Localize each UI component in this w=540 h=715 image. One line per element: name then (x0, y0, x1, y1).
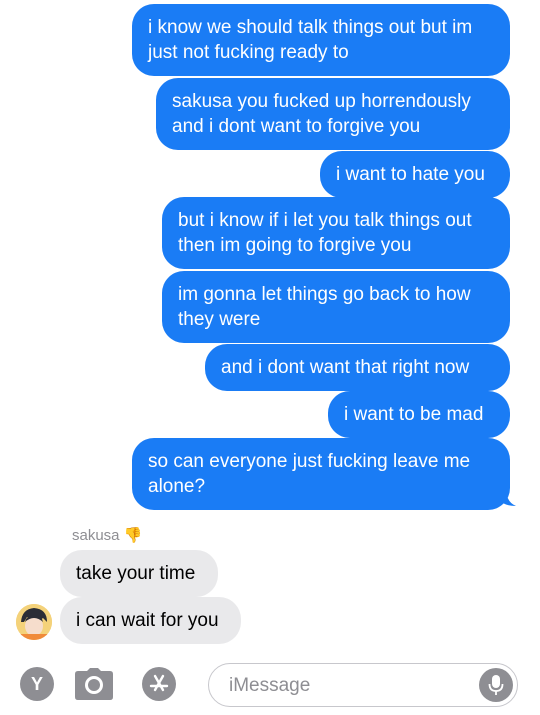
incoming-message[interactable]: take your time (60, 550, 218, 597)
incoming-message[interactable]: i can wait for you (60, 597, 241, 644)
outgoing-message[interactable]: but i know if i let you talk things out … (162, 197, 510, 269)
app-y-letter: Y (30, 673, 43, 694)
app-store-icon (149, 674, 169, 692)
avatar[interactable] (16, 604, 52, 640)
outgoing-message[interactable]: so can everyone just fucking leave me al… (132, 438, 510, 510)
camera-icon (75, 668, 113, 700)
camera-button[interactable] (74, 667, 114, 701)
message-thread: i know we should talk things out but im … (0, 0, 540, 655)
sender-label: sakusa 👎 (72, 526, 143, 545)
outgoing-message[interactable]: i want to hate you (320, 151, 510, 198)
outgoing-message[interactable]: im gonna let things go back to how they … (162, 271, 510, 343)
outgoing-message[interactable]: and i dont want that right now (205, 344, 510, 391)
outgoing-message[interactable]: sakusa you fucked up horrendously and i … (156, 78, 510, 150)
avatar-image (16, 604, 52, 640)
outgoing-message[interactable]: i know we should talk things out but im … (132, 4, 510, 76)
app-store-button[interactable] (142, 667, 176, 701)
app-y-button[interactable]: Y (20, 667, 54, 701)
microphone-icon (488, 675, 504, 695)
composer-bar: Y iMessage (0, 655, 540, 715)
thumbs-down-reaction-icon: 👎 (123, 527, 143, 544)
sender-name: sakusa (72, 526, 120, 544)
bubble-tail-icon (500, 488, 516, 506)
outgoing-message[interactable]: i want to be mad (328, 391, 510, 438)
microphone-button[interactable] (479, 668, 513, 702)
imessage-placeholder: iMessage (229, 675, 311, 696)
imessage-input[interactable]: iMessage (208, 663, 518, 707)
